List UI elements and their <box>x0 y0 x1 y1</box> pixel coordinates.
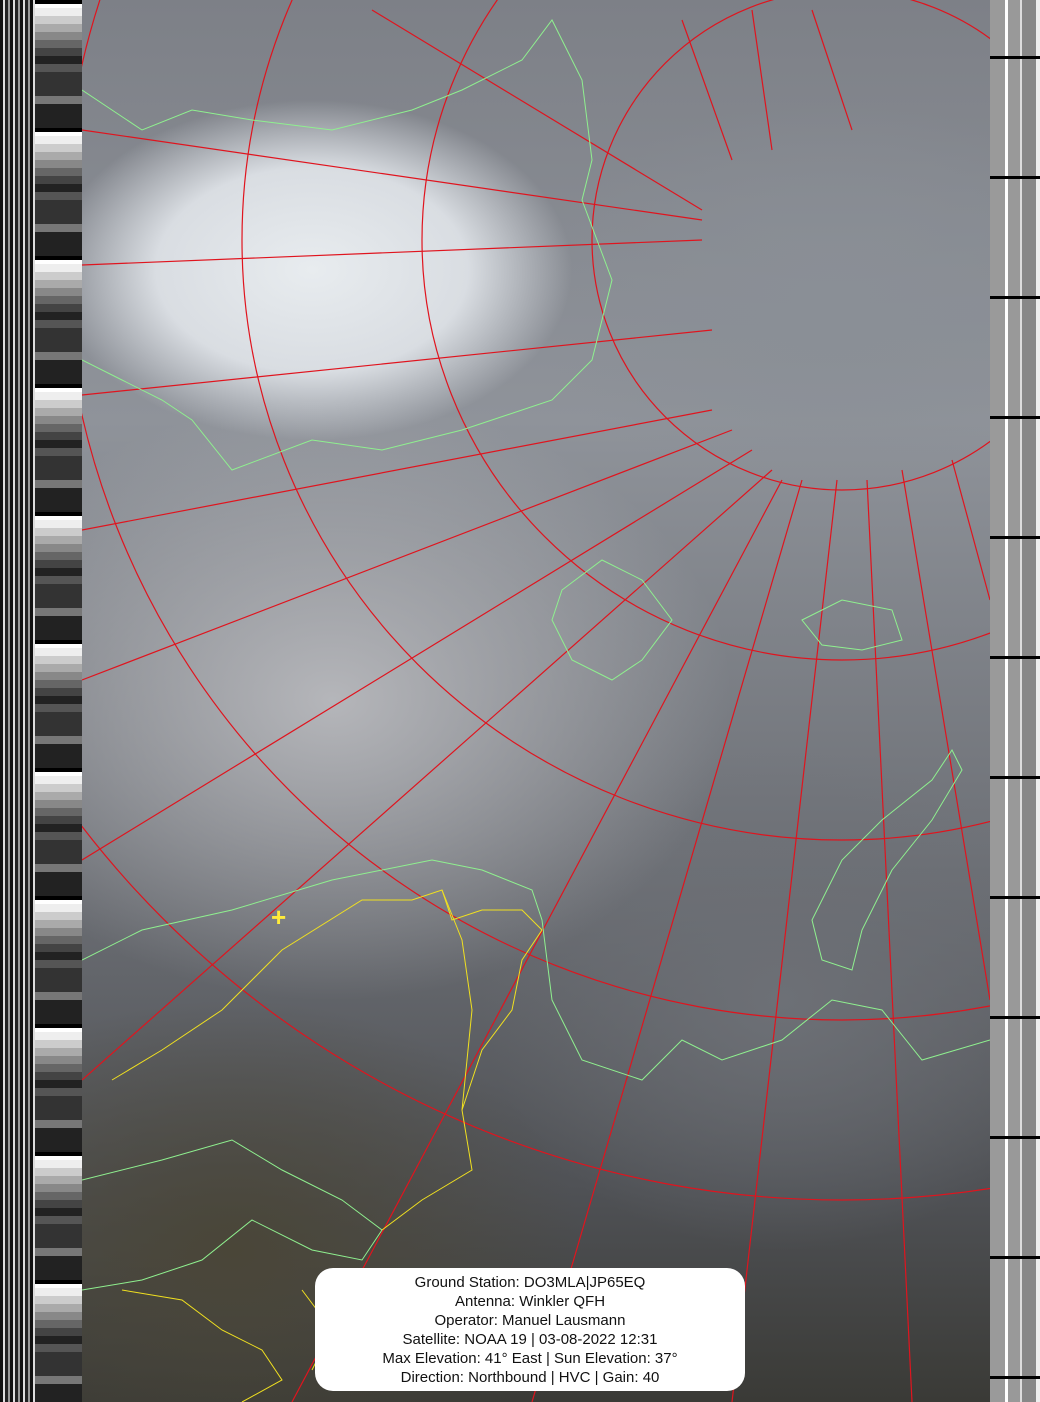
telemetry-tick <box>990 536 1040 539</box>
meridian <box>82 409 713 531</box>
meridian <box>866 479 913 1402</box>
telemetry-tick <box>990 1256 1040 1259</box>
telemetry-tick <box>990 416 1040 419</box>
telemetry-tick <box>990 1136 1040 1139</box>
pass-info-box: Ground Station: DO3MLA|JP65EQ Antenna: W… <box>315 1268 745 1391</box>
telemetry-tick <box>990 776 1040 779</box>
meridian <box>291 479 783 1402</box>
meridian <box>82 129 703 221</box>
meridian <box>681 19 733 161</box>
telemetry-tick <box>990 56 1040 59</box>
meridian <box>731 479 838 1402</box>
antenna-text: Antenna: Winkler QFH <box>454 1293 606 1310</box>
meridian <box>811 9 853 131</box>
map-overlay <box>82 0 990 1402</box>
ground-station-plus-icon: + <box>271 902 287 932</box>
elevation-text: Max Elevation: 41° East | Sun Elevation:… <box>382 1350 678 1367</box>
operator-text: Operator: Manuel Lausmann <box>434 1312 626 1329</box>
franz-josef-coast <box>801 599 903 651</box>
border-norway-sweden <box>111 889 543 1081</box>
meridian <box>951 459 990 601</box>
meridian <box>82 239 703 266</box>
border-finland-russia <box>461 929 543 1111</box>
meridian <box>82 469 773 1081</box>
border-sweden-finland <box>381 889 473 1231</box>
telemetry-tick <box>990 1376 1040 1379</box>
meridian <box>82 449 753 861</box>
latitude-circle <box>591 0 990 491</box>
telemetry-tick <box>990 176 1040 179</box>
meridian <box>751 9 773 151</box>
telemetry-wedges-left <box>35 0 82 1402</box>
telemetry-tick <box>990 1016 1040 1019</box>
coastlines <box>82 19 990 1291</box>
direction-text: Direction: Northbound | HVC | Gain: 40 <box>400 1369 660 1386</box>
telemetry-tick <box>990 296 1040 299</box>
latitude-circle <box>82 0 990 1021</box>
telemetry-tick <box>990 656 1040 659</box>
ground-station-text: Ground Station: DO3MLA|JP65EQ <box>414 1274 646 1291</box>
graticule <box>82 0 990 1402</box>
novaya-zemlya-coast <box>811 749 963 971</box>
greenland-coast <box>82 19 613 471</box>
satellite-image <box>82 0 990 1402</box>
latitude-circle <box>241 0 990 841</box>
latitude-circle <box>421 0 990 661</box>
meridian <box>531 479 803 1402</box>
meridian <box>82 329 713 396</box>
telemetry-strip-right <box>990 0 1040 1402</box>
satellite-text: Satellite: NOAA 19 | 03-08-2022 12:31 <box>402 1331 658 1348</box>
svalbard-coast <box>551 559 673 681</box>
telemetry-tick <box>990 896 1040 899</box>
sync-a-stripes <box>0 0 35 1402</box>
